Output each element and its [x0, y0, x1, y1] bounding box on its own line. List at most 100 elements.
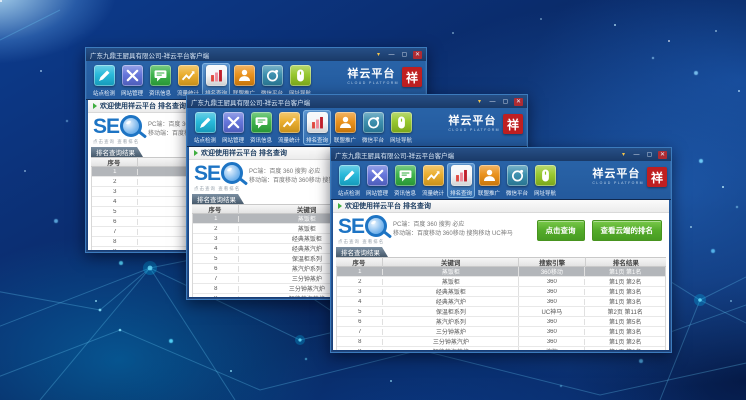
- toolbar-item-4[interactable]: 流量统计: [275, 110, 303, 145]
- minimize-icon[interactable]: —: [632, 151, 641, 159]
- table-cell: 第1页 第1名: [585, 267, 665, 276]
- toolbar-item-1[interactable]: 站点检测: [90, 63, 118, 98]
- skin-icon[interactable]: ▾: [374, 51, 383, 59]
- brand-seal-logo: 祥: [503, 114, 523, 134]
- maximize-icon[interactable]: ▢: [400, 51, 409, 59]
- toolbar-item-5[interactable]: 排名查询: [447, 163, 475, 198]
- toolbar-item-2[interactable]: 网站管理: [219, 110, 247, 145]
- table-cell: 3: [337, 289, 383, 295]
- header-no: 序号: [91, 157, 138, 167]
- table-row[interactable]: 8三分钟蒸汽炉360第1页 第2名: [337, 337, 665, 347]
- table-row[interactable]: 6蒸汽炉系列360第1页 第5名: [337, 317, 665, 327]
- toolbar-item-4[interactable]: 流量统计: [174, 63, 202, 98]
- engine-info: PC端：百度 360 搜狗 必应 移动端：百度移动 360移动 搜狗移动 UC神…: [393, 221, 530, 239]
- titlebar[interactable]: 广东九鼎王厨具有限公司-祥云平台客户端 ▾ — ▢ ✕: [331, 148, 671, 161]
- toolbar-item-8[interactable]: 网址导航: [387, 110, 415, 145]
- toolbar-item-3[interactable]: 资讯信息: [247, 110, 275, 145]
- toolbar-item-1[interactable]: 站点检测: [335, 163, 363, 198]
- maximize-icon[interactable]: ▢: [645, 151, 654, 159]
- toolbar-item-label: 站点检测: [338, 188, 360, 196]
- toolbar-items: 站点检测网站管理资讯信息流量统计排名查询联盟推广微信平台网址导航: [90, 63, 314, 98]
- brand-subtitle: CLOUD PLATFORM: [592, 181, 644, 185]
- table-cell: 第1页 第3名: [585, 327, 665, 336]
- toolbar-item-6[interactable]: 联盟推广: [230, 63, 258, 98]
- minimize-icon[interactable]: —: [488, 98, 497, 106]
- table-cell: 第1页 第2名: [585, 277, 665, 286]
- close-icon[interactable]: ✕: [514, 98, 523, 106]
- table-row[interactable]: 9智能蒸汽蒸炉搜狗第1页 第3名: [337, 347, 665, 350]
- toolbar-item-2[interactable]: 网站管理: [118, 63, 146, 98]
- skin-icon[interactable]: ▾: [475, 98, 484, 106]
- welcome-arrow-icon: [93, 103, 97, 109]
- table-cell: 6: [337, 319, 383, 325]
- toolbar-item-3[interactable]: 资讯信息: [146, 63, 174, 98]
- table-cell: 360: [519, 339, 585, 345]
- toolbar-item-7[interactable]: 微信平台: [503, 163, 531, 198]
- toolbar-item-5[interactable]: 排名查询: [303, 110, 331, 145]
- toolbar-item-7[interactable]: 微信平台: [359, 110, 387, 145]
- query-button[interactable]: 点击查询: [537, 220, 585, 241]
- table-cell: 2: [337, 279, 383, 285]
- table-cell: 蒸饭柜: [383, 267, 519, 276]
- seo-logo: SE 点击查询 查看排名: [338, 215, 387, 245]
- bars-icon: [451, 165, 472, 186]
- toolbar-item-3[interactable]: 资讯信息: [391, 163, 419, 198]
- table-cell: 6: [92, 219, 138, 225]
- toolbar-item-8[interactable]: 网址导航: [531, 163, 559, 198]
- welcome-text: 欢迎使用祥云平台 排名查询: [201, 148, 287, 158]
- toolbar: 站点检测网站管理资讯信息流量统计排名查询联盟推广微信平台网址导航 祥云平台 CL…: [331, 161, 671, 200]
- table-row[interactable]: 3经典蒸饭柜360第1页 第3名: [337, 287, 665, 297]
- trend-icon: [279, 112, 300, 133]
- brand-seal-logo: 祥: [402, 67, 422, 87]
- tab-rank-results[interactable]: 排名查询结果: [192, 194, 244, 204]
- trend-icon: [423, 165, 444, 186]
- toolbar-item-label: 资讯信息: [394, 188, 416, 196]
- toolbar-item-label: 排名查询: [450, 188, 472, 196]
- bars-icon: [206, 65, 227, 86]
- table-cell: 360: [519, 279, 585, 285]
- toolbar-item-6[interactable]: 联盟推广: [475, 163, 503, 198]
- person-icon: [479, 165, 500, 186]
- close-icon[interactable]: ✕: [413, 51, 422, 59]
- tab-rank-results[interactable]: 排名查询结果: [336, 247, 388, 257]
- mouse-icon: [391, 112, 412, 133]
- table-row[interactable]: 4经典蒸汽炉360第1页 第3名: [337, 297, 665, 307]
- close-icon[interactable]: ✕: [658, 151, 667, 159]
- table-cell: 8: [193, 286, 239, 292]
- tab-strip: 排名查询结果: [333, 247, 669, 257]
- toolbar-item-5[interactable]: 排名查询: [202, 63, 230, 98]
- table-row[interactable]: 2蒸饭柜360第1页 第2名: [337, 277, 665, 287]
- table-cell: 搜狗: [519, 347, 585, 350]
- tools-icon: [122, 65, 143, 86]
- table-cell: 第1页 第3名: [585, 347, 665, 350]
- table-cell: 9: [193, 296, 239, 298]
- table-cell: 6: [193, 266, 239, 272]
- table-cell: 保温柜系列: [383, 307, 519, 316]
- skin-icon[interactable]: ▾: [619, 151, 628, 159]
- table-cell: 8: [337, 339, 383, 345]
- table-cell: UC神马: [519, 307, 585, 316]
- pencil-icon: [195, 112, 216, 133]
- titlebar[interactable]: 广东九鼎王厨具有限公司-祥云平台客户端 ▾ — ▢ ✕: [86, 48, 426, 61]
- table-row[interactable]: 7三分钟蒸炉360第1页 第3名: [337, 327, 665, 337]
- maximize-icon[interactable]: ▢: [501, 98, 510, 106]
- toolbar-item-2[interactable]: 网站管理: [363, 163, 391, 198]
- toolbar-item-1[interactable]: 站点检测: [191, 110, 219, 145]
- titlebar[interactable]: 广东九鼎王厨具有限公司-祥云平台客户端 ▾ — ▢ ✕: [187, 95, 527, 108]
- brand: 祥云平台 CLOUD PLATFORM 祥: [448, 114, 523, 134]
- magnifier-icon: [120, 115, 142, 137]
- brand-subtitle: CLOUD PLATFORM: [347, 81, 399, 85]
- toolbar-item-8[interactable]: 网址导航: [286, 63, 314, 98]
- table-header: 序号 关键词 搜索引擎 排名结果: [336, 257, 666, 267]
- table-row[interactable]: 1蒸饭柜360移动第1页 第1名: [337, 267, 665, 277]
- welcome-text: 欢迎使用祥云平台 排名查询: [345, 201, 431, 211]
- toolbar-item-4[interactable]: 流量统计: [419, 163, 447, 198]
- table-cell: 5: [337, 309, 383, 315]
- table-row[interactable]: 5保温柜系列UC神马第2页 第11名: [337, 307, 665, 317]
- toolbar-item-6[interactable]: 联盟推广: [331, 110, 359, 145]
- cloud-rank-button[interactable]: 查看云端的排名: [592, 220, 663, 241]
- table-cell: 4: [92, 199, 138, 205]
- toolbar-item-7[interactable]: 微信平台: [258, 63, 286, 98]
- minimize-icon[interactable]: —: [387, 51, 396, 59]
- tab-rank-results[interactable]: 排名查询结果: [91, 147, 143, 157]
